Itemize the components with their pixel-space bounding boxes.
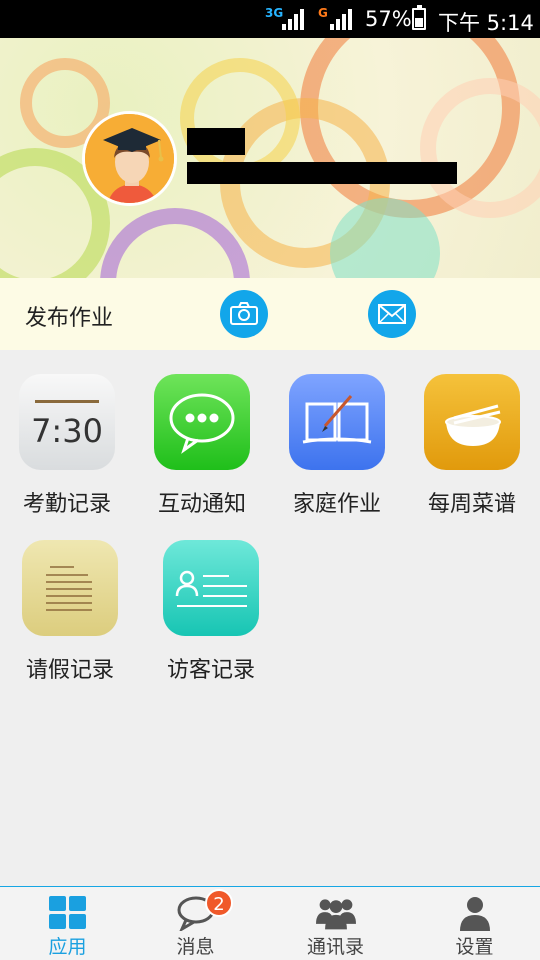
app-attendance[interactable]: 7:30 考勤记录: [7, 374, 127, 518]
avatar[interactable]: [82, 111, 177, 206]
signal-icon: [282, 8, 306, 30]
tab-apps[interactable]: 应用: [0, 887, 135, 960]
signal-icon: [330, 8, 354, 30]
person-icon: [459, 897, 490, 931]
app-leave-record[interactable]: 请假记录: [10, 540, 130, 684]
publish-homework-bar: 发布作业: [0, 278, 540, 350]
bowl-icon: [424, 374, 520, 470]
tab-label: 通讯录: [306, 936, 364, 958]
app-label: 互动通知: [157, 492, 246, 517]
profile-name: [187, 128, 245, 155]
app-label: 访客记录: [166, 658, 255, 683]
tab-label: 设置: [455, 936, 494, 958]
tab-messages[interactable]: 消息: [128, 887, 263, 960]
message-badge: 2: [205, 889, 233, 917]
clock: 下午 5:14: [438, 11, 534, 35]
app-visitor-record[interactable]: 访客记录: [151, 540, 271, 684]
mail-icon: [378, 304, 406, 324]
clock-icon: 7:30: [19, 374, 115, 470]
visitor-card-icon: [163, 540, 259, 636]
app-label: 请假记录: [25, 658, 114, 683]
battery-percent: 57%: [365, 7, 412, 31]
battery-icon: [412, 5, 426, 30]
note-icon: [22, 540, 118, 636]
app-label: 家庭作业: [292, 492, 381, 517]
profile-banner: [0, 38, 540, 278]
tab-contacts[interactable]: 通讯录: [268, 887, 403, 960]
clock-icon-text: 7:30: [31, 412, 103, 450]
app-homework[interactable]: 家庭作业: [277, 374, 397, 518]
student-avatar-icon: [85, 114, 174, 203]
mail-button[interactable]: [368, 290, 416, 338]
app-weekly-menu[interactable]: 每周菜谱: [412, 374, 532, 518]
publish-homework-label: 发布作业: [25, 306, 114, 331]
app-label: 考勤记录: [22, 492, 111, 517]
network-type-1: 3G: [265, 6, 284, 20]
app-interactive-notice[interactable]: 互动通知: [142, 374, 262, 518]
chat-icon: [154, 374, 250, 470]
contacts-icon: [315, 899, 356, 930]
bottom-tab-bar: 应用 消息 通讯录 设置: [0, 886, 540, 960]
profile-school: [187, 162, 457, 184]
network-type-2: G: [318, 6, 328, 20]
camera-button[interactable]: [220, 290, 268, 338]
camera-icon: [230, 302, 258, 325]
tab-label: 应用: [48, 936, 87, 958]
status-bar: 3G G 57% 下午 5:14: [0, 0, 540, 38]
grid-icon: [48, 896, 86, 929]
tab-label: 消息: [176, 936, 215, 958]
tab-settings[interactable]: 设置: [407, 887, 540, 960]
book-icon: [289, 374, 385, 470]
app-label: 每周菜谱: [427, 492, 516, 517]
